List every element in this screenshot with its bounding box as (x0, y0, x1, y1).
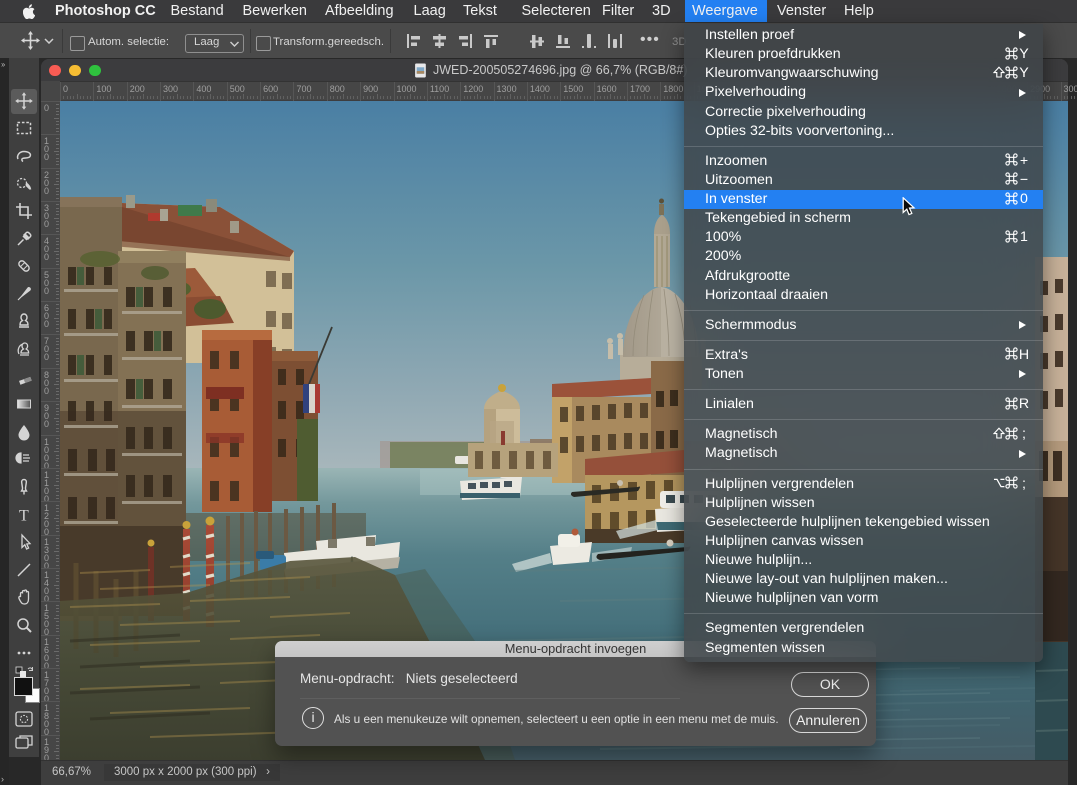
svg-text:T: T (19, 507, 29, 524)
